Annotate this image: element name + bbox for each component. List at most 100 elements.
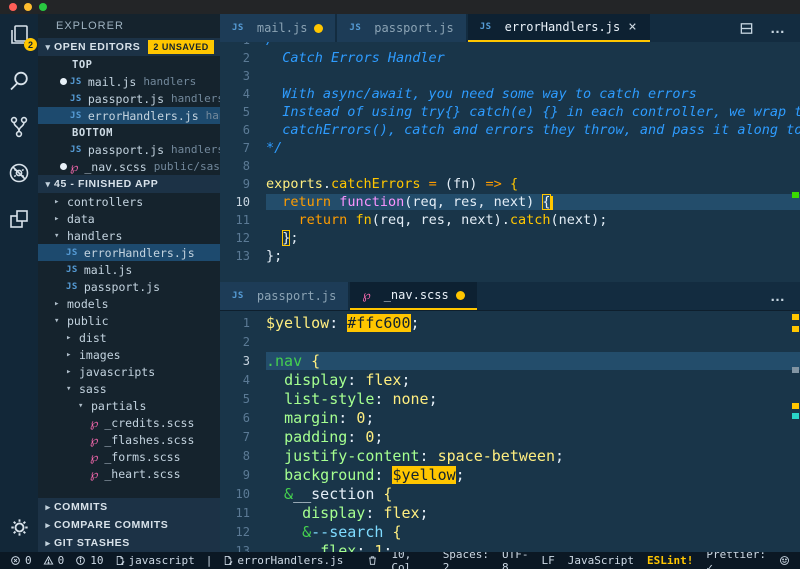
code-line-12: 12 }; xyxy=(220,229,800,247)
status-item-sep[interactable]: | xyxy=(206,554,213,567)
tree-item-forms-scss[interactable]: ℘ _forms.scss xyxy=(38,448,220,465)
folder-section-header[interactable]: ▾ 45 - FINISHED APP xyxy=(38,175,220,193)
status-item-10[interactable]: 10 xyxy=(75,554,104,567)
split-editor-icon[interactable] xyxy=(739,21,754,36)
status-bar: 0010javascript|errorHandlers.js Ln 10, C… xyxy=(0,535,800,569)
panel-header-git-stashes[interactable]: ▸ GIT STASHES xyxy=(38,534,220,552)
tree-item-credits-scss[interactable]: ℘ _credits.scss xyxy=(38,414,220,431)
maximize-window-button[interactable] xyxy=(39,3,47,11)
close-window-button[interactable] xyxy=(9,3,17,11)
text-cursor xyxy=(550,196,553,210)
js-file-icon: JS xyxy=(66,247,78,258)
status-item-javascript[interactable]: JavaScript xyxy=(568,554,634,567)
more-actions-icon[interactable]: … xyxy=(770,288,786,305)
js-file-icon: JS xyxy=(232,23,244,33)
overview-ruler-mark xyxy=(792,367,799,373)
chevron-down-icon: ▾ xyxy=(78,400,84,411)
sass-file-icon: ℘ xyxy=(362,288,371,302)
panel-header-commits[interactable]: ▸ COMMITS xyxy=(38,498,220,516)
chevron-right-icon: ▸ xyxy=(66,332,72,343)
status-item-eslint[interactable]: ESLint! xyxy=(647,554,693,567)
tab-errorhandlers-js[interactable]: JS errorHandlers.js × xyxy=(467,14,650,42)
status-item-lf[interactable]: LF xyxy=(542,554,555,567)
tree-item-handlers[interactable]: ▾ handlers xyxy=(38,227,220,244)
js-file-icon: JS xyxy=(70,144,82,155)
code-line-6: 6 margin: 0; xyxy=(220,408,800,427)
status-item-smiley-icon[interactable] xyxy=(779,555,790,566)
line-number: 12 xyxy=(235,524,250,539)
tab-passport-js[interactable]: JS passport.js xyxy=(337,14,466,42)
minimize-window-button[interactable] xyxy=(24,3,32,11)
tree-item-data[interactable]: ▸ data xyxy=(38,210,220,227)
tab-nav-scss[interactable]: ℘ _nav.scss xyxy=(350,282,477,310)
editor-nav-scss[interactable]: 1 $yellow: #ffc600; 2 3 .nav {4 display: fle… xyxy=(220,310,800,552)
code-line-7: 7 padding: 0; xyxy=(220,427,800,446)
open-editor-item-errorhandlers-js[interactable]: JSerrorHandlers.jshandler… xyxy=(38,107,220,124)
overview-ruler-mark xyxy=(792,192,799,198)
tree-item-public[interactable]: ▾ public xyxy=(38,312,220,329)
tree-item-dist[interactable]: ▸ dist xyxy=(38,329,220,346)
sass-file-icon: ℘ xyxy=(70,159,79,174)
tab-mail-js[interactable]: JS mail.js xyxy=(220,14,336,42)
tree-item-flashes-scss[interactable]: ℘ _flashes.scss xyxy=(38,431,220,448)
tree-item-controllers[interactable]: ▸ controllers xyxy=(38,193,220,210)
code-line-1: 1/* xyxy=(220,42,800,49)
explorer-sidebar: EXPLORER ▾ OPEN EDITORS 2 UNSAVED TOP JS m… xyxy=(38,14,220,552)
editor-group-label-bottom: BOTTOM xyxy=(72,126,113,139)
line-number: 7 xyxy=(242,141,250,155)
unsaved-count-badge: 2 UNSAVED xyxy=(148,40,214,54)
source-control-icon[interactable] xyxy=(6,114,32,140)
status-item-0[interactable]: 0 xyxy=(10,554,32,567)
status-item-errorhandlers-js[interactable]: errorHandlers.js xyxy=(223,554,343,567)
open-editor-item-nav-scss[interactable]: ℘_nav.scsspublic/sass/pa… xyxy=(38,158,220,175)
smiley-icon xyxy=(779,555,790,566)
settings-gear-icon[interactable] xyxy=(6,514,32,540)
editor-errorhandlers[interactable]: 1/*2 Catch Errors Handler 3 4 With async/a… xyxy=(220,42,800,282)
status-item-bucket-icon[interactable] xyxy=(367,555,378,566)
explorer-icon[interactable]: 2 xyxy=(6,22,37,51)
file-code-icon xyxy=(115,555,125,566)
line-number: 11 xyxy=(235,213,250,227)
chevron-right-icon: ▸ xyxy=(66,349,72,360)
line-number: 13 xyxy=(235,543,250,553)
tree-item-sass[interactable]: ▾ sass xyxy=(38,380,220,397)
open-editors-header[interactable]: ▾ OPEN EDITORS 2 UNSAVED xyxy=(38,38,220,56)
open-editor-item-passport-js[interactable]: JS passport.js handlers xyxy=(38,90,220,107)
search-icon[interactable] xyxy=(6,68,32,94)
open-editor-item-passport-js[interactable]: JS passport.js handlers xyxy=(38,141,220,158)
code-line-8: 8 xyxy=(220,157,800,175)
debug-disabled-icon[interactable] xyxy=(6,160,32,186)
bucket-icon xyxy=(367,555,378,566)
tab-passport-js[interactable]: JS passport.js xyxy=(220,282,349,310)
chevron-right-icon: ▸ xyxy=(54,196,60,207)
more-actions-icon[interactable]: … xyxy=(770,20,786,37)
line-number: 1 xyxy=(242,315,250,330)
tree-item-heart-scss[interactable]: ℘ _heart.scss xyxy=(38,465,220,482)
extensions-icon[interactable] xyxy=(6,206,32,232)
open-editor-item-mail-js[interactable]: JS mail.js handlers xyxy=(38,73,220,90)
panel-header-compare-commits[interactable]: ▸ COMPARE COMMITS xyxy=(38,516,220,534)
tabbar-bottom: JS passport.js ℘ _nav.scss … xyxy=(220,282,800,310)
line-number: 2 xyxy=(242,334,250,349)
error-icon xyxy=(10,555,21,566)
status-item-0[interactable]: 0 xyxy=(43,554,64,567)
chevron-right-icon: ▸ xyxy=(54,298,60,309)
chevron-right-icon: ▸ xyxy=(45,519,51,530)
tree-item-models[interactable]: ▸ models xyxy=(38,295,220,312)
chevron-right-icon: ▸ xyxy=(66,366,72,377)
warning-icon xyxy=(43,555,54,566)
tree-item-errorhandlers-js[interactable]: JS errorHandlers.js xyxy=(38,244,220,261)
tree-item-partials[interactable]: ▾ partials xyxy=(38,397,220,414)
line-number: 5 xyxy=(242,391,250,406)
open-editors-list: TOP JS mail.js handlers JS passport.js handler… xyxy=(38,56,220,175)
tree-item-javascripts[interactable]: ▸ javascripts xyxy=(38,363,220,380)
tree-item-images[interactable]: ▸ images xyxy=(38,346,220,363)
tree-item-mail-js[interactable]: JS mail.js xyxy=(38,261,220,278)
status-item-javascript[interactable]: javascript xyxy=(115,554,195,567)
code-line-9: 9 background: $yellow; xyxy=(220,465,800,484)
tree-item-passport-js[interactable]: JS passport.js xyxy=(38,278,220,295)
js-file-icon: JS xyxy=(479,22,492,32)
close-icon[interactable]: × xyxy=(627,20,637,34)
code-line-5: 5 Instead of using try{} catch(e) {} in … xyxy=(220,103,800,121)
sidebar-panels: ▸ COMMITS ▸ COMPARE COMMITS ▸ GIT STASHES xyxy=(38,498,220,552)
